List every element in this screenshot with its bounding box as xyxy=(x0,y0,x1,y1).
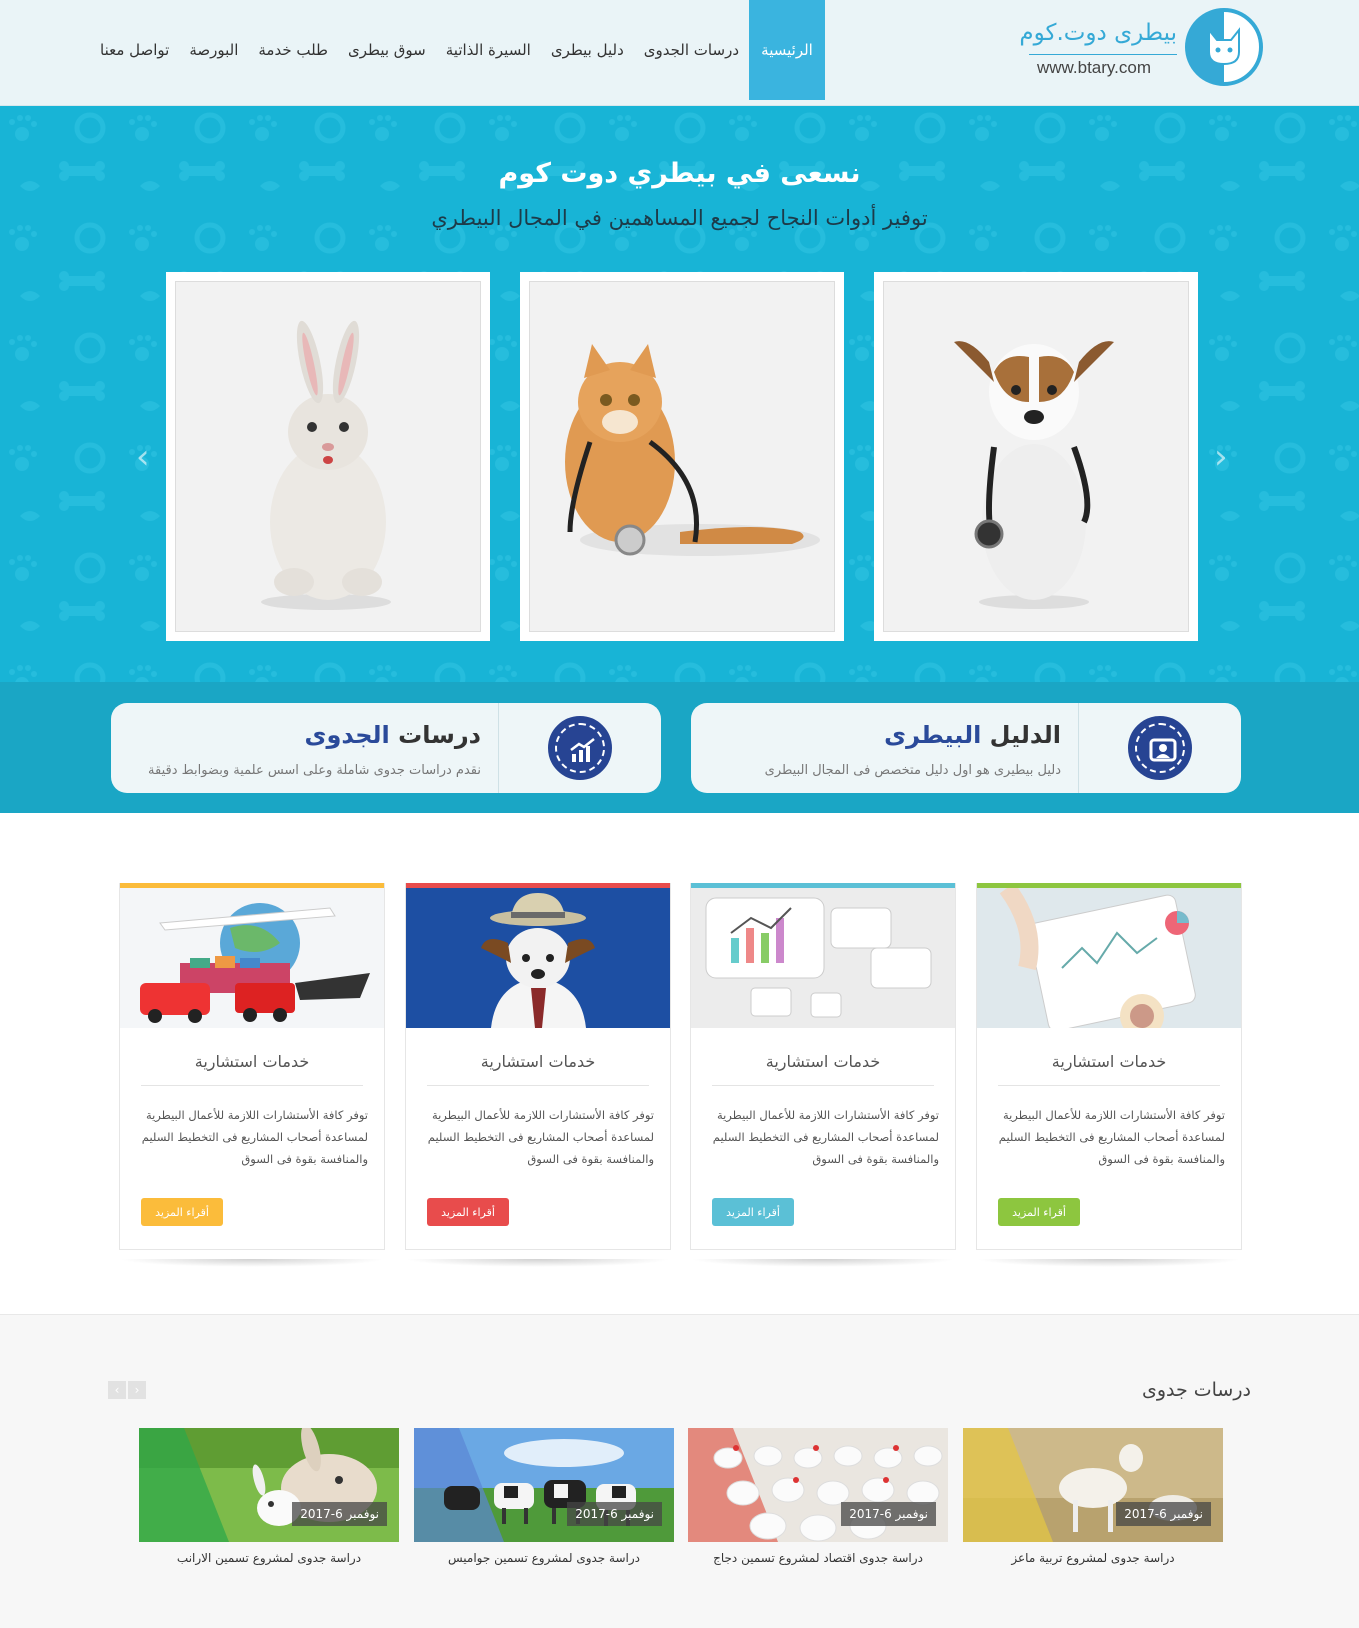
logo-url-text: www.btary.com xyxy=(1037,58,1151,77)
logistics-transport-image xyxy=(120,888,384,1028)
service-card: خدمات استشارية توفر كافة الأستشارات اللا… xyxy=(976,883,1242,1250)
cat-stethoscope-image xyxy=(529,281,835,632)
read-more-button[interactable]: أقراء المزيد xyxy=(141,1198,223,1226)
hero-section: نسعى في بيطري دوت كوم توفير أدوات النجاح… xyxy=(0,106,1359,682)
service-card: خدمات استشارية توفر كافة الأستشارات اللا… xyxy=(405,883,671,1250)
chevron-right-icon[interactable]: › xyxy=(1214,437,1228,477)
study-caption[interactable]: دراسة جدوى لمشروع تسمين جواميس xyxy=(414,1551,674,1565)
card-text: توفر كافة الأستشارات اللازمة للأعمال الب… xyxy=(141,1108,368,1166)
card-text: توفر كافة الأستشارات اللازمة للأعمال الب… xyxy=(998,1108,1225,1166)
slide-cat[interactable] xyxy=(520,272,844,641)
study-item[interactable]: نوفمبر 6-2017 دراسة جدوى لمشروع تسمين جو… xyxy=(414,1428,674,1565)
study-date: نوفمبر 6-2017 xyxy=(1116,1502,1211,1526)
card-title: خدمات استشارية xyxy=(1051,1052,1167,1071)
read-more-button[interactable]: أقراء المزيد xyxy=(427,1198,509,1226)
feature-strip: الدليل البيطرى دليل بيطيرى هو اول دليل م… xyxy=(0,682,1359,813)
card-divider xyxy=(998,1085,1220,1086)
nav-contact[interactable]: تواصل معنا xyxy=(90,0,179,100)
logo-arabic-text: بيطرى دوت.كوم xyxy=(1019,20,1177,46)
card-shadow xyxy=(405,1259,671,1267)
study-caption[interactable]: دراسة جدوى لمشروع تربية ماعز xyxy=(963,1551,1223,1565)
study-date: نوفمبر 6-2017 xyxy=(567,1502,662,1526)
service-card: خدمات استشارية توفر كافة الأستشارات اللا… xyxy=(119,883,385,1250)
study-date: نوفمبر 6-2017 xyxy=(292,1502,387,1526)
card-shadow xyxy=(119,1259,385,1267)
card-title: خدمات استشارية xyxy=(765,1052,881,1071)
dog-with-hat-image xyxy=(406,888,670,1028)
chickens-image: نوفمبر 6-2017 xyxy=(688,1428,948,1542)
nav-home[interactable]: الرئيسية xyxy=(749,0,825,100)
site-header: بيطرى دوت.كوم www.btary.com الرئيسية درس… xyxy=(0,0,1359,106)
logo-divider xyxy=(1029,54,1177,55)
card-shadow xyxy=(976,1259,1242,1267)
nav-feasibility-studies[interactable]: درسات الجدوى xyxy=(634,0,749,100)
chevron-right-icon[interactable]: › xyxy=(128,1381,146,1399)
chevron-left-icon[interactable]: ‹ xyxy=(108,1381,126,1399)
card-title: خدمات استشارية xyxy=(480,1052,596,1071)
site-logo[interactable]: بيطرى دوت.كوم www.btary.com xyxy=(1019,6,1263,90)
chevron-left-icon[interactable]: ‹ xyxy=(136,437,150,477)
slide-dog[interactable] xyxy=(874,272,1198,641)
feature-icon-box xyxy=(1078,703,1241,793)
card-title: خدمات استشارية xyxy=(194,1052,310,1071)
feasibility-studies-section: درسات جدوى ‹ › نوفمبر 6-2017 دراسة جدوى … xyxy=(0,1314,1359,1628)
feature-vet-directory[interactable]: الدليل البيطرى دليل بيطيرى هو اول دليل م… xyxy=(691,703,1241,793)
hero-title: نسعى في بيطري دوت كوم xyxy=(498,158,861,189)
study-item[interactable]: نوفمبر 6-2017 دراسة جدوى لمشروع تربية ما… xyxy=(963,1428,1223,1565)
card-text: توفر كافة الأستشارات اللازمة للأعمال الب… xyxy=(427,1108,654,1166)
cat-logo-icon xyxy=(1185,8,1263,86)
study-item[interactable]: نوفمبر 6-2017 دراسة جدوى لمشروع تسمين ال… xyxy=(139,1428,399,1565)
carousel-nav: ‹ › xyxy=(108,1381,146,1399)
feature-icon-box xyxy=(498,703,661,793)
feature-description: نقدم دراسات جدوى شاملة وعلى اسس علمية وب… xyxy=(148,763,481,778)
tablet-analytics-image xyxy=(977,888,1241,1028)
read-more-button[interactable]: أقراء المزيد xyxy=(998,1198,1080,1226)
section-title: درسات جدوى xyxy=(1141,1379,1251,1401)
study-date: نوفمبر 6-2017 xyxy=(841,1502,936,1526)
dog-stethoscope-image xyxy=(883,281,1189,632)
feature-title: الدليل البيطرى xyxy=(884,721,1061,749)
card-divider xyxy=(141,1085,363,1086)
nav-exchange[interactable]: البورصة xyxy=(179,0,248,100)
nav-service-request[interactable]: طلب خدمة xyxy=(248,0,338,100)
read-more-button[interactable]: أقراء المزيد xyxy=(712,1198,794,1226)
chart-bubbles-image xyxy=(691,888,955,1028)
card-shadow xyxy=(690,1259,956,1267)
card-divider xyxy=(712,1085,934,1086)
study-caption[interactable]: دراسة جدوى اقتصاد لمشروع تسمين دجاج xyxy=(688,1551,948,1565)
nav-cv[interactable]: السيرة الذاتية xyxy=(436,0,541,100)
feature-title: درسات الجدوى xyxy=(304,721,481,749)
nav-vet-directory[interactable]: دليل بيطرى xyxy=(541,0,634,100)
nav-vet-market[interactable]: سوق بيطرى xyxy=(338,0,436,100)
study-item[interactable]: نوفمبر 6-2017 دراسة جدوى اقتصاد لمشروع ت… xyxy=(688,1428,948,1565)
chart-icon xyxy=(548,716,612,780)
card-text: توفر كافة الأستشارات اللازمة للأعمال الب… xyxy=(712,1108,939,1166)
main-nav: الرئيسية درسات الجدوى دليل بيطرى السيرة … xyxy=(90,0,825,100)
goats-image: نوفمبر 6-2017 xyxy=(963,1428,1223,1542)
rabbits-image: نوفمبر 6-2017 xyxy=(139,1428,399,1542)
hero-subtitle: توفير أدوات النجاح لجميع المساهمين في ال… xyxy=(431,206,928,230)
rabbit-image xyxy=(175,281,481,632)
directory-icon xyxy=(1128,716,1192,780)
slide-rabbit[interactable] xyxy=(166,272,490,641)
study-caption[interactable]: دراسة جدوى لمشروع تسمين الارانب xyxy=(139,1551,399,1565)
service-card: خدمات استشارية توفر كافة الأستشارات اللا… xyxy=(690,883,956,1250)
feature-feasibility-studies[interactable]: درسات الجدوى نقدم دراسات جدوى شاملة وعلى… xyxy=(111,703,661,793)
cows-image: نوفمبر 6-2017 xyxy=(414,1428,674,1542)
feature-description: دليل بيطيرى هو اول دليل متخصص فى المجال … xyxy=(764,763,1061,778)
card-divider xyxy=(427,1085,649,1086)
